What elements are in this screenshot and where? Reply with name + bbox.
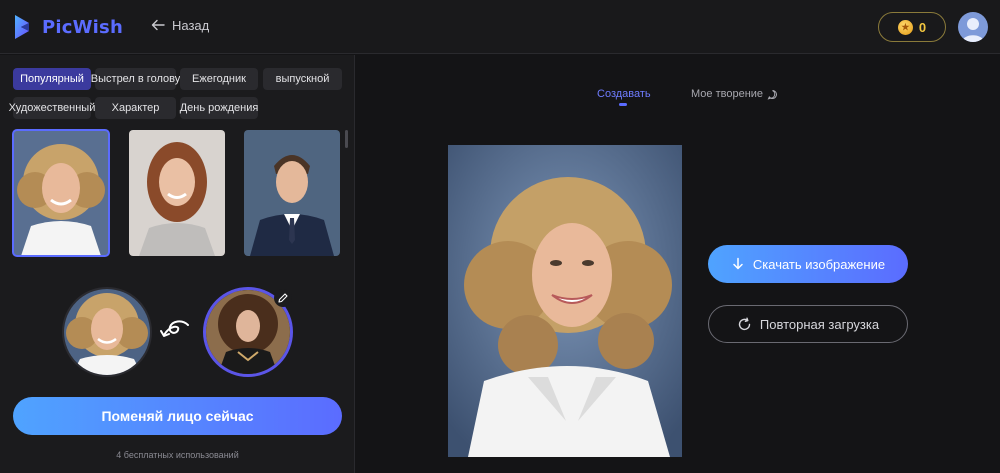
user-avatar[interactable]: [958, 12, 988, 42]
style-panel: Популярный Выстрел в голову Ежегодник вы…: [0, 55, 355, 473]
template-image: [244, 130, 340, 256]
result-portrait: [448, 145, 682, 457]
template-thumb-man-suit[interactable]: [244, 130, 340, 256]
refresh-icon: [738, 317, 751, 330]
edit-face-button[interactable]: [274, 289, 292, 307]
back-link[interactable]: Назад: [150, 17, 209, 33]
tab-create[interactable]: Создавать: [597, 88, 651, 100]
coin-icon: ★: [897, 19, 913, 35]
reupload-label: Повторная загрузка: [759, 316, 880, 332]
template-image: [129, 130, 225, 256]
template-image: [13, 130, 109, 256]
tab-my-creation[interactable]: Мое творение: [691, 88, 778, 100]
tab-my-creation-label: Мое творение: [691, 88, 764, 100]
download-icon: [733, 257, 743, 270]
chat-bubble-icon: [767, 89, 777, 100]
result-image: [448, 145, 682, 457]
download-label: Скачать изображение: [752, 256, 886, 272]
pencil-icon: [278, 293, 288, 303]
back-label: Назад: [172, 17, 210, 33]
swap-arrow-icon: [160, 320, 189, 337]
download-image-button[interactable]: Скачать изображение: [708, 245, 908, 283]
swap-face-button[interactable]: Поменяй лицо сейчас: [13, 397, 342, 435]
source-face-preview: [62, 287, 152, 377]
free-uses-count: 4 бесплатных использований: [116, 450, 239, 460]
category-character[interactable]: Характер: [95, 97, 176, 119]
category-graduation[interactable]: выпускной: [263, 68, 342, 90]
result-panel: Создавать Мое творение Скачать изображен…: [356, 55, 1000, 473]
user-icon: [962, 18, 984, 42]
source-face-image: [64, 289, 150, 375]
category-headshot[interactable]: Выстрел в голову: [91, 68, 180, 90]
category-popular[interactable]: Популярный: [13, 68, 91, 90]
brand-name: PicWish: [42, 16, 123, 38]
category-artistic[interactable]: Художественный: [9, 97, 95, 119]
category-yearbook[interactable]: Ежегодник: [180, 68, 258, 90]
arrow-left-icon: [151, 19, 165, 31]
active-tab-indicator: [619, 103, 627, 106]
picwish-logo-icon: [15, 15, 29, 39]
coin-count: 0: [918, 19, 927, 35]
coin-balance-button[interactable]: ★ 0: [878, 12, 946, 42]
template-thumb-brunette[interactable]: [129, 130, 225, 256]
category-birthday[interactable]: День рождения: [180, 97, 258, 119]
reupload-button[interactable]: Повторная загрузка: [708, 305, 908, 343]
thumbnail-scrollbar[interactable]: [345, 130, 348, 148]
top-bar: PicWish Назад ★ 0: [0, 0, 1000, 54]
template-thumb-curly-blonde[interactable]: [12, 129, 110, 257]
brand-logo[interactable]: PicWish: [12, 12, 123, 42]
